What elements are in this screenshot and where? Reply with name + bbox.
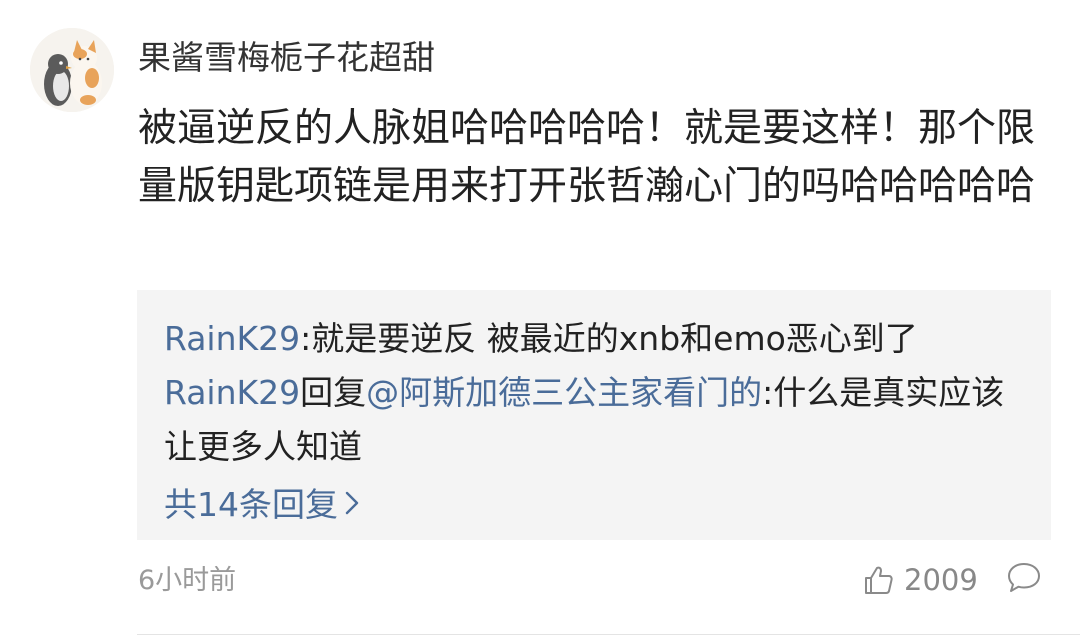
more-replies-link[interactable]: 共14条回复	[164, 478, 1023, 532]
reply-text: 就是要逆反 被最近的xnb和emo恶心到了	[311, 319, 918, 358]
reply-separator: :	[300, 319, 312, 358]
reply-item: RainK29回复@阿斯加德三公主家看门的:什么是真实应该让更多人知道	[164, 366, 1023, 474]
reply-author[interactable]: RainK29	[164, 319, 300, 358]
more-replies-label: 共14条回复	[164, 485, 338, 524]
comment-timestamp: 6小时前	[138, 565, 237, 596]
reply-item: RainK29:就是要逆反 被最近的xnb和emo恶心到了	[164, 312, 1023, 366]
like-count: 2009	[904, 563, 978, 597]
reply-preview-box[interactable]: RainK29:就是要逆反 被最近的xnb和emo恶心到了 RainK29回复@…	[137, 290, 1051, 540]
like-button[interactable]: 2009	[862, 560, 978, 600]
reply-action: 回复	[300, 373, 367, 412]
reply-separator: :	[762, 373, 774, 412]
thumbs-up-icon	[865, 566, 893, 594]
cat-penguin-avatar-icon	[30, 28, 114, 112]
user-avatar[interactable]	[30, 28, 114, 112]
chevron-right-icon	[344, 478, 360, 532]
comment-text: 被逼逆反的人脉姐哈哈哈哈哈！就是要这样！那个限量版钥匙项链是用来打开张哲瀚心门的…	[138, 106, 1036, 209]
divider	[137, 634, 1080, 635]
reply-author[interactable]: RainK29	[164, 373, 300, 412]
reply-mention[interactable]: @阿斯加德三公主家看门的	[366, 373, 762, 412]
comment-card: 果酱雪梅栀子花超甜 被逼逆反的人脉姐哈哈哈哈哈！就是要这样！那个限量版钥匙项链是…	[0, 0, 1080, 637]
comment-bubble-icon	[1008, 563, 1040, 592]
username[interactable]: 果酱雪梅栀子花超甜	[138, 36, 435, 80]
reply-button[interactable]	[1006, 561, 1042, 599]
